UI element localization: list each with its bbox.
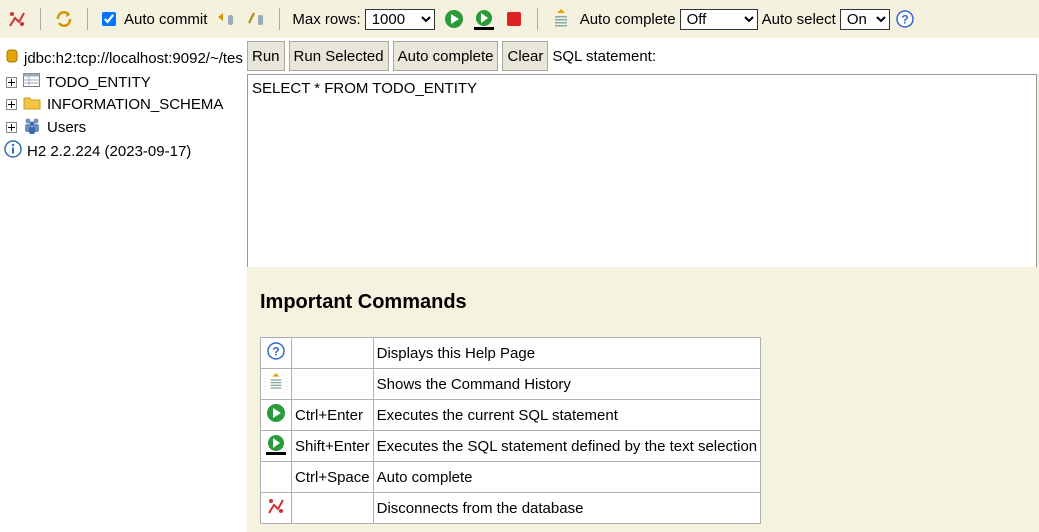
- auto-complete-button[interactable]: Auto complete: [392, 41, 499, 71]
- help-panel: Important Commands ? Displays this Help …: [247, 267, 1039, 532]
- sql-editor[interactable]: SELECT * FROM TODO_ENTITY: [247, 74, 1037, 267]
- auto-select-select[interactable]: On: [839, 8, 890, 30]
- query-bar: Run Run Selected Auto complete Clear SQL…: [247, 38, 1039, 74]
- description-cell: Executes the current SQL statement: [372, 399, 762, 431]
- tree-item-todo-entity[interactable]: TODO_ENTITY: [0, 71, 151, 93]
- auto-select-label: Auto select: [761, 10, 836, 28]
- table-row: ? Displays this Help Page: [260, 337, 762, 369]
- run-button[interactable]: Run: [247, 41, 285, 71]
- database-icon: [6, 48, 18, 68]
- separator: [87, 8, 88, 30]
- expand-icon[interactable]: [6, 98, 17, 110]
- table-row: Shows the Command History: [260, 368, 762, 400]
- folder-icon: [23, 95, 41, 114]
- tree-item-users[interactable]: Users: [0, 116, 86, 138]
- connection-row[interactable]: jdbc:h2:tcp://localhost:9092/~/tes: [0, 47, 243, 69]
- svg-text:?: ?: [272, 345, 279, 359]
- sql-statement-label: SQL statement:: [552, 47, 657, 65]
- connection-url: jdbc:h2:tcp://localhost:9092/~/tes: [24, 49, 243, 67]
- disconnect-icon[interactable]: [6, 8, 28, 30]
- query-panel: Run Run Selected Auto complete Clear SQL…: [247, 38, 1039, 532]
- shortcut-cell: Shift+Enter: [291, 430, 374, 462]
- shortcut-cell: [291, 492, 374, 524]
- run-selected-icon: [265, 435, 287, 459]
- auto-complete-select[interactable]: Off: [679, 8, 758, 30]
- tree-item-information-schema[interactable]: INFORMATION_SCHEMA: [0, 93, 223, 115]
- table-row: Disconnects from the database: [260, 492, 762, 524]
- commit-icon[interactable]: [215, 8, 237, 30]
- description-cell: Shows the Command History: [372, 368, 762, 400]
- info-icon: [4, 140, 22, 162]
- version-label: H2 2.2.224 (2023-09-17): [27, 142, 192, 160]
- shortcut-cell: Ctrl+Enter: [291, 399, 374, 431]
- help-icon: ?: [267, 342, 285, 364]
- description-cell: Disconnects from the database: [372, 492, 762, 524]
- table-row: Ctrl+Space Auto complete: [260, 461, 762, 493]
- run-icon[interactable]: [443, 8, 465, 30]
- toolbar: Auto commit Max rows: 1000 Auto complete…: [0, 0, 1039, 38]
- run-selected-button[interactable]: Run Selected: [288, 41, 389, 71]
- separator: [40, 8, 41, 30]
- table-icon: [23, 73, 40, 91]
- tree-item-label: Users: [47, 118, 87, 136]
- shortcut-cell: Ctrl+Space: [291, 461, 374, 493]
- history-icon[interactable]: [550, 8, 572, 30]
- description-cell: Auto complete: [372, 461, 762, 493]
- rollback-icon[interactable]: [245, 8, 267, 30]
- shortcut-cell: [291, 368, 374, 400]
- disconnect-icon: [266, 499, 286, 520]
- stop-icon[interactable]: [503, 8, 525, 30]
- history-icon: [268, 373, 284, 396]
- run-icon: [266, 404, 286, 427]
- version-row: H2 2.2.224 (2023-09-17): [0, 140, 191, 162]
- help-icon[interactable]: ?: [894, 8, 916, 30]
- svg-text:?: ?: [901, 13, 908, 27]
- separator: [279, 8, 281, 30]
- clear-button[interactable]: Clear: [502, 41, 549, 71]
- auto-complete-label: Auto complete: [579, 10, 676, 28]
- description-cell: Displays this Help Page: [372, 337, 762, 369]
- expand-icon[interactable]: [6, 76, 17, 88]
- auto-commit-checkbox[interactable]: [102, 12, 116, 26]
- tree-item-label: INFORMATION_SCHEMA: [47, 95, 224, 113]
- users-icon: [23, 117, 41, 138]
- max-rows-label: Max rows:: [292, 10, 361, 28]
- auto-commit-label: Auto commit: [124, 10, 208, 28]
- run-selected-icon[interactable]: [473, 8, 495, 30]
- max-rows-select[interactable]: 1000: [364, 8, 435, 30]
- table-row: Shift+Enter Executes the SQL statement d…: [260, 430, 762, 462]
- tree-item-label: TODO_ENTITY: [46, 73, 151, 91]
- commands-table: ? Displays this Help Page Shows the Comm…: [260, 337, 762, 524]
- refresh-icon[interactable]: [53, 8, 75, 30]
- shortcut-cell: [291, 337, 374, 369]
- description-cell: Executes the SQL statement defined by th…: [372, 430, 762, 462]
- separator: [536, 8, 538, 30]
- expand-icon[interactable]: [6, 121, 17, 133]
- table-row: Ctrl+Enter Executes the current SQL stat…: [260, 399, 762, 431]
- schema-tree: jdbc:h2:tcp://localhost:9092/~/tes TODO_…: [0, 38, 247, 532]
- help-title: Important Commands: [260, 291, 467, 313]
